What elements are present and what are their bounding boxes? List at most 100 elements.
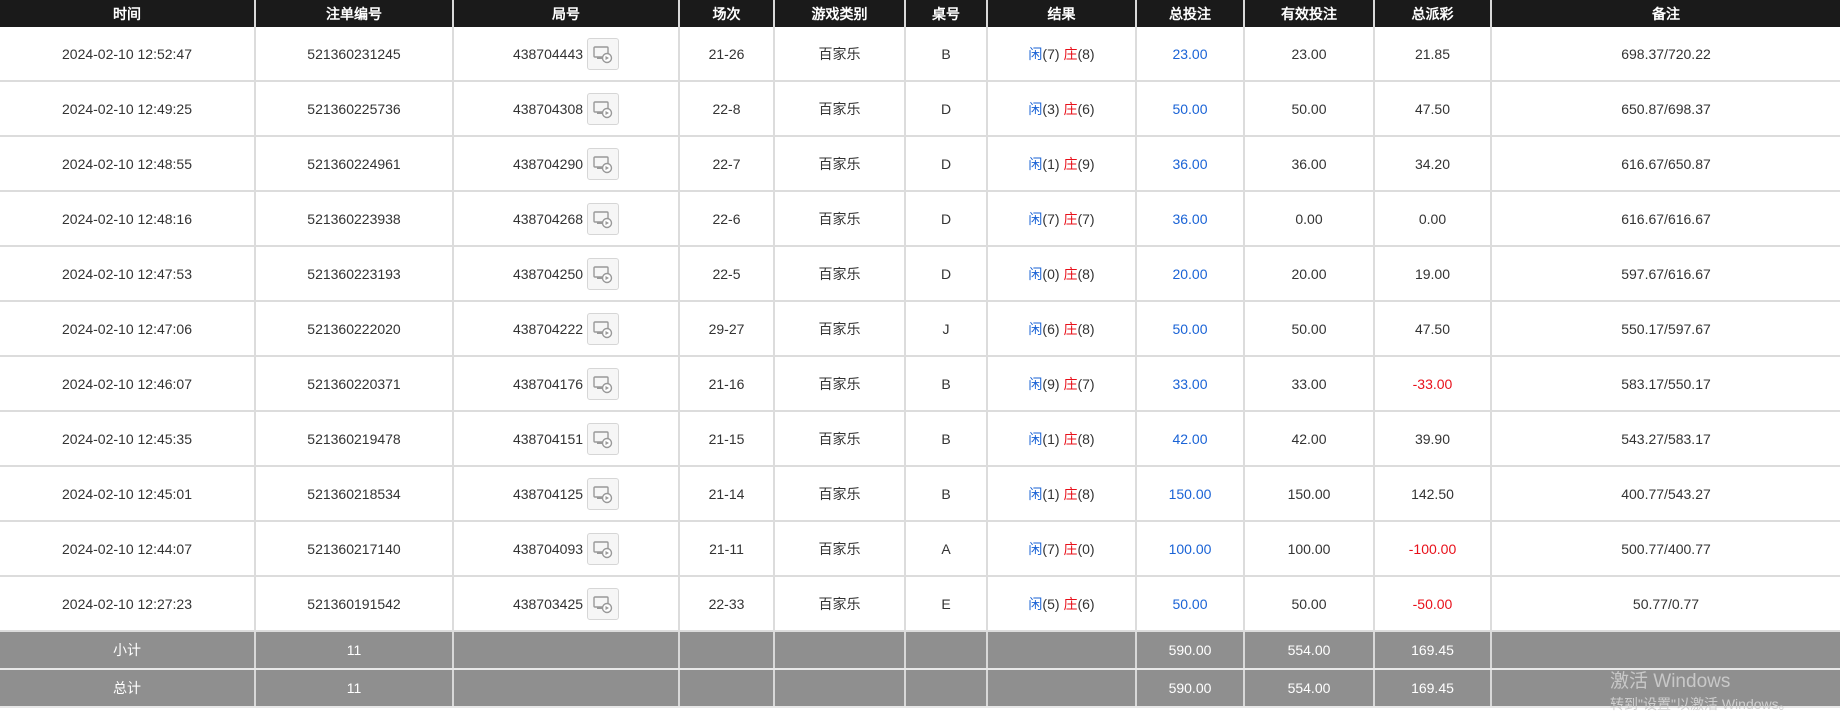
table-row: 2024-02-10 12:27:23 521360191542 438703425… (0, 576, 1840, 632)
cell-table-number: B (905, 411, 988, 467)
cell-total-bet[interactable]: 20.00 (1136, 246, 1245, 302)
game-replay-icon[interactable] (587, 367, 620, 400)
cell-total-payout: -50.00 (1374, 576, 1492, 632)
cell-total-bet[interactable]: 50.00 (1136, 301, 1245, 357)
cell-valid-bet: 23.00 (1244, 27, 1375, 82)
cell-table-number: D (905, 136, 988, 192)
cell-result: 闲(1) 庄(8) (987, 411, 1137, 467)
cell-session: 22-5 (679, 246, 775, 302)
player-label: 闲 (1028, 375, 1043, 392)
player-score: (5) (1042, 595, 1060, 612)
banker-label: 庄 (1063, 100, 1078, 117)
table-row: 2024-02-10 12:48:16 521360223938 438704268… (0, 191, 1840, 247)
bet-records-table: 时间 注单编号 局号 场次 游戏类别 桌号 结果 总投注 有效投注 总派彩 备注… (0, 0, 1840, 708)
game-replay-icon[interactable] (587, 92, 620, 125)
game-replay-icon[interactable] (587, 147, 620, 180)
cell-total-bet[interactable]: 150.00 (1136, 466, 1245, 522)
player-label: 闲 (1028, 100, 1043, 117)
cell-game-type: 百家乐 (774, 576, 906, 632)
cell-total-payout: 47.50 (1374, 301, 1492, 357)
player-score: (7) (1042, 45, 1060, 62)
cell-total-bet[interactable]: 50.00 (1136, 576, 1245, 632)
cell-round-number: 438704125 (453, 466, 680, 522)
player-score: (7) (1042, 210, 1060, 227)
banker-score: (7) (1077, 375, 1095, 392)
cell-round-number: 438704093 (453, 521, 680, 577)
cell-game-type: 百家乐 (774, 27, 906, 82)
player-score: (0) (1042, 265, 1060, 282)
cell-note: 650.87/698.37 (1491, 81, 1840, 137)
game-replay-icon[interactable] (587, 312, 620, 345)
cell-result: 闲(9) 庄(7) (987, 356, 1137, 412)
header-note: 备注 (1491, 0, 1840, 27)
player-score: (9) (1042, 375, 1060, 392)
cell-valid-bet: 36.00 (1244, 136, 1375, 192)
cell-time: 2024-02-10 12:27:23 (0, 576, 256, 632)
round-number-text: 438703425 (512, 595, 584, 612)
cell-total-bet[interactable]: 36.00 (1136, 191, 1245, 247)
cell-total-bet[interactable]: 33.00 (1136, 356, 1245, 412)
banker-label: 庄 (1063, 485, 1078, 502)
round-number-text: 438704151 (512, 430, 584, 447)
header-result: 结果 (987, 0, 1137, 27)
cell-total-bet[interactable]: 23.00 (1136, 27, 1245, 82)
player-label: 闲 (1028, 595, 1043, 612)
cell-result: 闲(6) 庄(8) (987, 301, 1137, 357)
banker-score: (8) (1077, 320, 1095, 337)
cell-order-number: 521360218534 (255, 466, 454, 522)
player-score: (1) (1042, 430, 1060, 447)
cell-session: 21-11 (679, 521, 775, 577)
game-replay-icon[interactable] (587, 532, 620, 565)
table-row: 2024-02-10 12:49:25 521360225736 438704308… (0, 81, 1840, 137)
banker-label: 庄 (1063, 155, 1078, 172)
game-replay-icon[interactable] (587, 202, 620, 235)
cell-total-bet[interactable]: 100.00 (1136, 521, 1245, 577)
cell-total-payout: 21.85 (1374, 27, 1492, 82)
cell-round-number: 438704222 (453, 301, 680, 357)
subtotal-bet: 590.00 (1136, 631, 1245, 670)
cell-order-number: 521360191542 (255, 576, 454, 632)
banker-score: (9) (1077, 155, 1095, 172)
cell-table-number: B (905, 466, 988, 522)
player-score: (1) (1042, 155, 1060, 172)
cell-time: 2024-02-10 12:44:07 (0, 521, 256, 577)
player-score: (6) (1042, 320, 1060, 337)
cell-total-payout: 47.50 (1374, 81, 1492, 137)
game-replay-icon[interactable] (587, 587, 620, 620)
cell-table-number: D (905, 81, 988, 137)
subtotal-row: 小计 11 590.00 554.00 169.45 (0, 631, 1840, 670)
cell-round-number: 438704290 (453, 136, 680, 192)
player-label: 闲 (1028, 45, 1043, 62)
round-number-text: 438704125 (512, 485, 584, 502)
cell-time: 2024-02-10 12:49:25 (0, 81, 256, 137)
cell-valid-bet: 33.00 (1244, 356, 1375, 412)
game-replay-icon[interactable] (587, 37, 620, 70)
game-replay-icon[interactable] (587, 477, 620, 510)
game-replay-icon[interactable] (587, 422, 620, 455)
cell-result: 闲(7) 庄(8) (987, 27, 1137, 82)
banker-score: (8) (1077, 430, 1095, 447)
cell-order-number: 521360217140 (255, 521, 454, 577)
cell-valid-bet: 100.00 (1244, 521, 1375, 577)
player-score: (7) (1042, 540, 1060, 557)
cell-note: 616.67/650.87 (1491, 136, 1840, 192)
player-label: 闲 (1028, 320, 1043, 337)
header-time: 时间 (0, 0, 256, 27)
cell-total-bet[interactable]: 42.00 (1136, 411, 1245, 467)
cell-order-number: 521360223938 (255, 191, 454, 247)
round-number-text: 438704093 (512, 540, 584, 557)
cell-total-bet[interactable]: 36.00 (1136, 136, 1245, 192)
cell-session: 21-15 (679, 411, 775, 467)
round-number-text: 438704308 (512, 100, 584, 117)
total-valid: 554.00 (1244, 669, 1375, 708)
cell-order-number: 521360222020 (255, 301, 454, 357)
cell-order-number: 521360224961 (255, 136, 454, 192)
cell-result: 闲(5) 庄(6) (987, 576, 1137, 632)
cell-time: 2024-02-10 12:47:53 (0, 246, 256, 302)
cell-game-type: 百家乐 (774, 191, 906, 247)
banker-score: (8) (1077, 45, 1095, 62)
total-payout: 169.45 (1374, 669, 1492, 708)
game-replay-icon[interactable] (587, 257, 620, 290)
round-number-text: 438704250 (512, 265, 584, 282)
cell-total-bet[interactable]: 50.00 (1136, 81, 1245, 137)
